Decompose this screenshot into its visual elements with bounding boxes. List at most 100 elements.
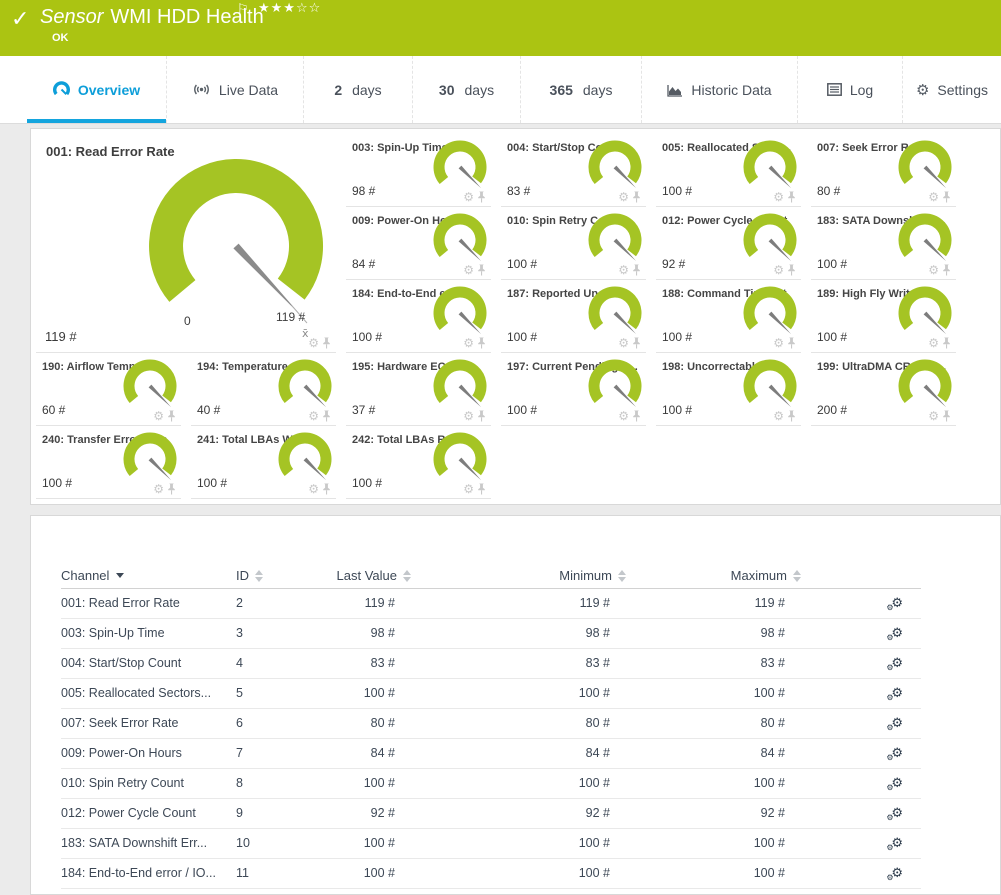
channel-last-value: 119 # [45, 329, 77, 344]
pin-icon[interactable] [322, 410, 331, 422]
channel-settings-icon[interactable]: ⚙⚙ [891, 865, 903, 881]
priority-stars[interactable]: ★★★☆☆ [258, 1, 321, 16]
status-badge: OK [52, 32, 69, 44]
gear-icon[interactable]: ⚙ [463, 337, 474, 349]
pin-icon[interactable] [632, 410, 641, 422]
pin-icon[interactable] [787, 191, 796, 203]
pin-icon[interactable] [632, 337, 641, 349]
pin-icon[interactable] [167, 483, 176, 495]
pin-icon[interactable] [477, 483, 486, 495]
gear-icon[interactable]: ⚙ [308, 410, 319, 422]
gauge-cell: 004: Start/Stop Count 83 # ⚙ [501, 134, 646, 207]
channel-minimum: 84 # [411, 738, 626, 768]
sensor-banner: ✓ SensorWMI HDD Health ⚐ ★★★☆☆ OK [0, 0, 1001, 56]
column-header-id[interactable]: ID [236, 564, 321, 588]
pin-icon[interactable] [942, 264, 951, 276]
gear-icon[interactable]: ⚙ [463, 483, 474, 495]
channel-settings-icon[interactable]: ⚙⚙ [891, 805, 903, 821]
channel-settings-icon[interactable]: ⚙⚙ [891, 655, 903, 671]
channel-settings-icon[interactable]: ⚙⚙ [891, 715, 903, 731]
sort-desc-icon[interactable] [116, 573, 124, 578]
gauge-cell: 197: Current Pending S... 100 # ⚙ [501, 353, 646, 426]
channel-settings-icon[interactable]: ⚙⚙ [891, 625, 903, 641]
sort-icon[interactable] [618, 570, 626, 582]
gear-icon[interactable]: ⚙ [463, 264, 474, 276]
channel-last-value: 98 # [321, 618, 411, 648]
tab-label: days [352, 82, 382, 98]
pin-icon[interactable] [477, 264, 486, 276]
pin-icon[interactable] [477, 410, 486, 422]
gear-icon[interactable]: ⚙ [773, 410, 784, 422]
tab-30-days[interactable]: 30 days [412, 56, 520, 123]
channel-last-value: 100 # [662, 403, 692, 417]
channel-last-value: 100 # [321, 768, 411, 798]
channel-minimum: 100 # [411, 768, 626, 798]
pin-icon[interactable] [477, 191, 486, 203]
pin-icon[interactable] [787, 337, 796, 349]
channel-name: 005: Reallocated Sectors... [61, 678, 236, 708]
gear-icon[interactable]: ⚙ [618, 264, 629, 276]
column-header-last-value[interactable]: Last Value [321, 564, 411, 588]
gear-icon[interactable]: ⚙ [463, 410, 474, 422]
channel-last-value: 100 # [817, 257, 847, 271]
channel-last-value: 92 # [321, 798, 411, 828]
gear-icon[interactable]: ⚙ [618, 337, 629, 349]
tab-historic-data[interactable]: Historic Data [641, 56, 797, 123]
channel-settings-icon[interactable]: ⚙⚙ [891, 775, 903, 791]
pin-icon[interactable] [942, 191, 951, 203]
gear-icon[interactable]: ⚙ [308, 483, 319, 495]
pin-icon[interactable] [322, 483, 331, 495]
gear-icon[interactable]: ⚙ [928, 410, 939, 422]
gauge-cell: 194: Temperature Cels... 40 # ⚙ [191, 353, 336, 426]
tab-log[interactable]: Log [797, 56, 902, 123]
tab-settings[interactable]: ⚙ Settings [902, 56, 1001, 123]
gear-icon[interactable]: ⚙ [463, 191, 474, 203]
pin-icon[interactable] [477, 337, 486, 349]
channel-last-value: 83 # [507, 184, 530, 198]
flag-icon[interactable]: ⚐ [237, 2, 249, 17]
gear-icon[interactable]: ⚙ [773, 264, 784, 276]
pin-icon[interactable] [787, 264, 796, 276]
tab-live-data[interactable]: Live Data [166, 56, 303, 123]
channel-name: 003: Spin-Up Time [61, 618, 236, 648]
channel-settings-icon[interactable]: ⚙⚙ [891, 835, 903, 851]
table-row: 004: Start/Stop Count 4 83 # 83 # 83 # ⚙… [61, 648, 921, 678]
gauge-cell: 010: Spin Retry Count 100 # ⚙ [501, 207, 646, 280]
channel-settings-icon[interactable]: ⚙⚙ [891, 595, 903, 611]
tab-365-days[interactable]: 365 days [520, 56, 641, 123]
gear-icon[interactable]: ⚙ [153, 483, 164, 495]
gauge-cell: 198: Uncorrectable Se... 100 # ⚙ [656, 353, 801, 426]
gear-icon[interactable]: ⚙ [928, 337, 939, 349]
gear-icon[interactable]: ⚙ [773, 191, 784, 203]
sort-icon[interactable] [403, 570, 411, 582]
pin-icon[interactable] [322, 337, 331, 349]
column-header-channel[interactable]: Channel [61, 564, 236, 588]
sort-icon[interactable] [255, 570, 263, 582]
gear-icon[interactable]: ⚙ [618, 410, 629, 422]
sort-icon[interactable] [793, 570, 801, 582]
column-header-minimum[interactable]: Minimum [411, 564, 626, 588]
channel-minimum: 119 # [411, 588, 626, 618]
primary-gauge-cell: 001: Read Error Rate x̄ 0 119 # 119 # ⚙ [36, 134, 336, 353]
channel-last-value: 100 # [662, 184, 692, 198]
pin-icon[interactable] [632, 264, 641, 276]
gear-icon[interactable]: ⚙ [773, 337, 784, 349]
channel-settings-icon[interactable]: ⚙⚙ [891, 745, 903, 761]
gear-icon[interactable]: ⚙ [308, 337, 319, 349]
tab-2-days[interactable]: 2 days [303, 56, 412, 123]
gear-icon[interactable]: ⚙ [618, 191, 629, 203]
pin-icon[interactable] [942, 337, 951, 349]
channel-minimum: 80 # [411, 708, 626, 738]
column-header-maximum[interactable]: Maximum [626, 564, 801, 588]
gear-icon[interactable]: ⚙ [153, 410, 164, 422]
gear-icon[interactable]: ⚙ [928, 191, 939, 203]
channels-table-body: 001: Read Error Rate 2 119 # 119 # 119 #… [61, 588, 921, 888]
tab-overview[interactable]: Overview [27, 56, 166, 123]
pin-icon[interactable] [942, 410, 951, 422]
pin-icon[interactable] [167, 410, 176, 422]
channel-last-value: 100 # [352, 476, 382, 490]
pin-icon[interactable] [787, 410, 796, 422]
pin-icon[interactable] [632, 191, 641, 203]
channel-settings-icon[interactable]: ⚙⚙ [891, 685, 903, 701]
gear-icon[interactable]: ⚙ [928, 264, 939, 276]
